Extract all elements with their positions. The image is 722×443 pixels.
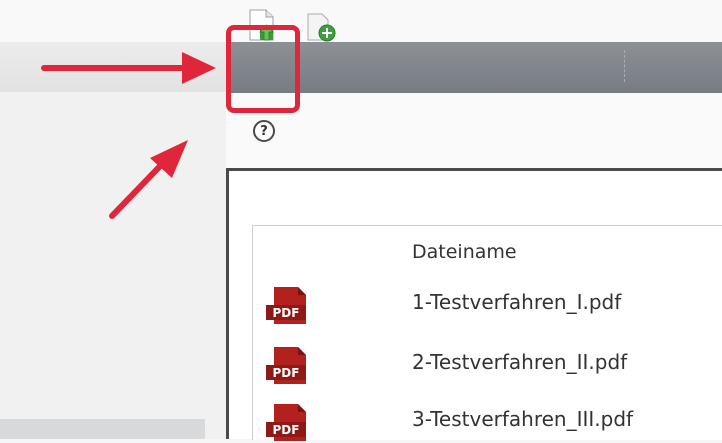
left-panel-footer [0, 419, 205, 439]
table-row[interactable]: PDF 1-Testverfahren_I.pdf [262, 286, 722, 326]
annotation-highlight-box [226, 25, 300, 113]
toolbar [226, 42, 722, 93]
svg-text:PDF: PDF [273, 306, 300, 320]
pdf-icon: PDF [266, 404, 306, 441]
column-header-filename[interactable]: Dateiname [412, 241, 517, 263]
pdf-icon: PDF [266, 347, 306, 384]
add-file-button[interactable] [305, 8, 337, 42]
pdf-icon: PDF [266, 287, 306, 324]
sub-toolbar [226, 93, 722, 168]
window-top-strip [0, 0, 722, 42]
file-name: 2-Testverfahren_II.pdf [412, 350, 628, 374]
add-document-icon [307, 13, 336, 42]
annotation-arrow-right [41, 52, 216, 84]
file-name: 3-Testverfahren_III.pdf [412, 407, 634, 431]
table-row[interactable]: PDF 3-Testverfahren_III.pdf [262, 403, 722, 443]
help-button[interactable]: ? [253, 120, 275, 142]
file-name: 1-Testverfahren_I.pdf [412, 290, 622, 314]
svg-text:PDF: PDF [273, 366, 300, 380]
help-icon: ? [260, 123, 268, 139]
table-row[interactable]: PDF 2-Testverfahren_II.pdf [262, 346, 722, 386]
svg-text:PDF: PDF [273, 423, 300, 437]
toolbar-separator [624, 50, 625, 82]
left-panel [0, 42, 227, 439]
annotation-arrow-diagonal [109, 140, 188, 219]
